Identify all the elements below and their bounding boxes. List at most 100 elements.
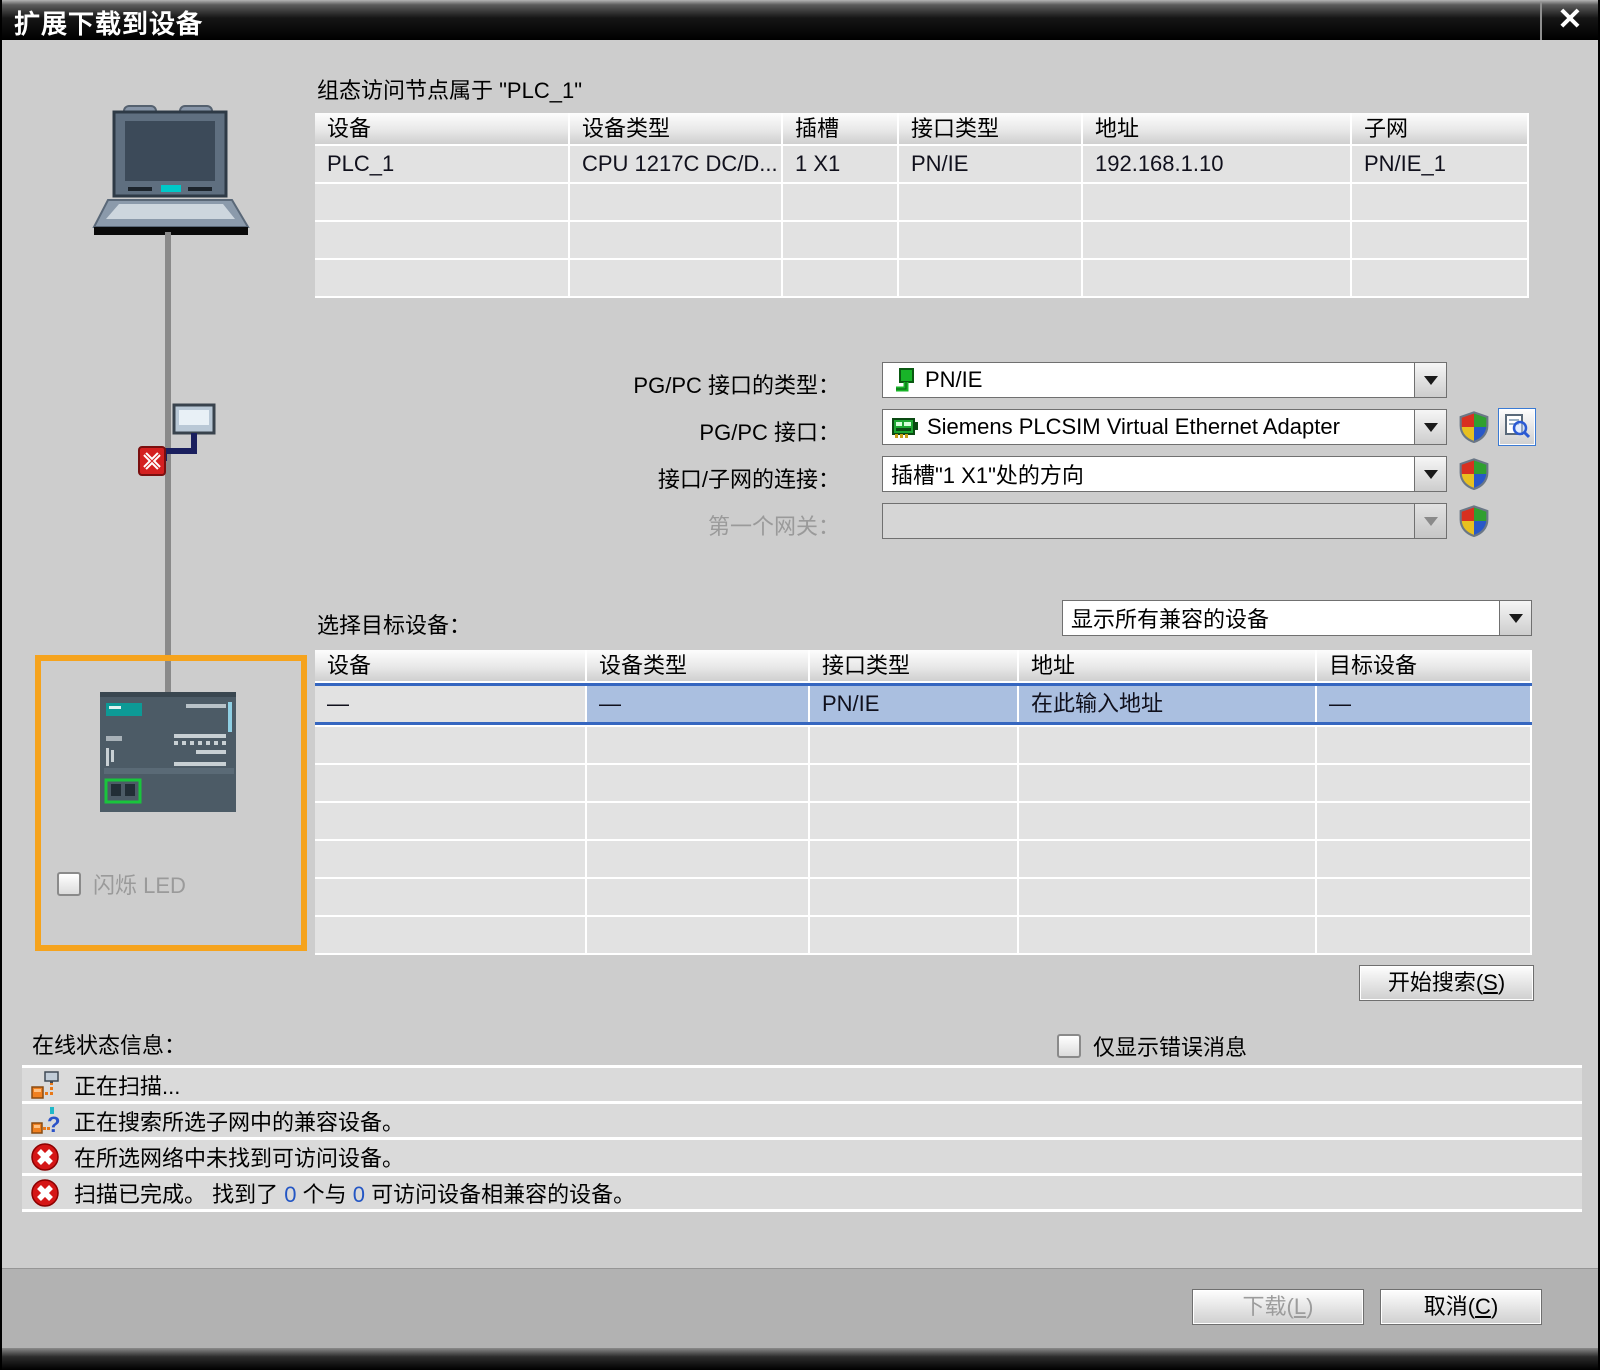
first-gateway-dropdown bbox=[882, 503, 1447, 539]
column-header: 设备类型 bbox=[570, 113, 781, 144]
cell-address-input[interactable]: 在此输入地址 bbox=[1019, 686, 1315, 722]
button-label: 下载( bbox=[1242, 1294, 1294, 1319]
pgpc-type-label: PG/PC 接口的类型： bbox=[633, 373, 840, 398]
first-gateway-label: 第一个网关： bbox=[707, 514, 840, 539]
dialog-content: 闪烁 LED 组态访问节点属于 "PLC_1" 设备 设备类型 插槽 接口类型 … bbox=[2, 40, 1598, 1268]
search-question-icon: ? bbox=[31, 1106, 60, 1136]
online-status-heading: 在线状态信息： bbox=[32, 1033, 187, 1058]
pnie-connector-icon bbox=[896, 368, 914, 392]
status-message: 扫描已完成。 找到了 0 个与 0 可访问设备相兼容的设备。 bbox=[22, 1176, 1582, 1212]
accessible-nodes-heading: 组态访问节点属于 "PLC_1" bbox=[317, 78, 582, 103]
chevron-down-icon bbox=[1414, 363, 1446, 397]
table-header-row: 设备 设备类型 接口类型 地址 目标设备 bbox=[315, 650, 1532, 681]
chevron-down-icon bbox=[1499, 601, 1531, 635]
table-row-empty bbox=[315, 260, 1529, 296]
column-header: 设备类型 bbox=[587, 650, 808, 681]
pgpc-interface-label: PG/PC 接口： bbox=[699, 420, 840, 445]
start-search-button[interactable]: 开始搜索(S) bbox=[1359, 965, 1534, 1001]
cell-address: 192.168.1.10 bbox=[1083, 146, 1350, 182]
column-header: 接口类型 bbox=[899, 113, 1081, 144]
dialog-footer: 下载(L) 取消(C) bbox=[2, 1268, 1598, 1348]
status-message: ? 正在搜索所选子网中的兼容设备。 bbox=[22, 1104, 1582, 1140]
button-label: 开始搜索( bbox=[1387, 970, 1484, 995]
target-devices-table: 设备 设备类型 接口类型 地址 目标设备 — — PN/IE 在此输入地址 — bbox=[315, 650, 1532, 955]
plc-device-icon bbox=[100, 692, 236, 817]
scan-icon bbox=[31, 1070, 59, 1099]
pgpc-interface-dropdown[interactable]: Siemens PLCSIM Virtual Ethernet Adapter bbox=[882, 409, 1447, 445]
pgpc-type-dropdown[interactable]: PN/IE bbox=[882, 362, 1447, 398]
table-header-row: 设备 设备类型 插槽 接口类型 地址 子网 bbox=[315, 113, 1529, 144]
subnet-connection-dropdown[interactable]: 插槽"1 X1"处的方向 bbox=[882, 456, 1447, 492]
table-row[interactable]: PLC_1 CPU 1217C DC/D... 1 X1 PN/IE 192.1… bbox=[315, 146, 1529, 182]
cell-target-device: — bbox=[1317, 686, 1530, 722]
button-label: 取消( bbox=[1423, 1294, 1476, 1319]
button-label: ) bbox=[1306, 1294, 1314, 1319]
status-text: 正在扫描... bbox=[74, 1073, 181, 1099]
button-accesskey: C bbox=[1475, 1294, 1491, 1319]
cancel-button[interactable]: 取消(C) bbox=[1380, 1289, 1542, 1325]
cell-device-type: — bbox=[587, 686, 808, 722]
chevron-down-icon bbox=[1414, 457, 1446, 491]
dialog-titlebar: 扩展下载到设备 ✕ bbox=[2, 0, 1598, 40]
status-message-list: 正在扫描... ? 正在搜索所选子网中的兼容设备。 在所选网络中未找到可访问设备… bbox=[22, 1065, 1582, 1212]
column-header: 目标设备 bbox=[1317, 650, 1530, 681]
pgpc-interface-value: Siemens PLCSIM Virtual Ethernet Adapter bbox=[927, 414, 1340, 439]
status-text: 在所选网络中未找到可访问设备。 bbox=[74, 1145, 405, 1171]
button-label: ) bbox=[1497, 970, 1506, 995]
column-header: 接口类型 bbox=[810, 650, 1017, 681]
security-shield-icon bbox=[1458, 458, 1490, 495]
column-header: 设备 bbox=[315, 650, 585, 681]
cell-interface-type: PN/IE bbox=[899, 146, 1081, 182]
table-row-empty bbox=[315, 765, 1532, 801]
column-header: 子网 bbox=[1352, 113, 1527, 144]
security-shield-icon bbox=[1458, 505, 1490, 542]
cell-subnet: PN/IE_1 bbox=[1352, 146, 1527, 182]
errors-only-label: 仅显示错误消息 bbox=[1093, 1035, 1248, 1060]
pg-adapter-icon bbox=[160, 403, 220, 488]
status-message: 正在扫描... bbox=[22, 1068, 1582, 1104]
table-row-empty bbox=[315, 917, 1532, 953]
chevron-down-icon bbox=[1414, 504, 1446, 538]
status-message: 在所选网络中未找到可访问设备。 bbox=[22, 1140, 1582, 1176]
cell-device-type: CPU 1217C DC/D... bbox=[570, 146, 781, 182]
table-row-empty bbox=[315, 803, 1532, 839]
error-icon bbox=[31, 1142, 59, 1171]
status-text: 扫描已完成。 找到了 0 个与 0 可访问设备相兼容的设备。 bbox=[74, 1181, 636, 1207]
selected-target-row[interactable]: — — PN/IE 在此输入地址 — bbox=[315, 683, 1532, 725]
extended-download-dialog: 扩展下载到设备 ✕ 闪烁 LED 组态访问节点属于 "PLC_1" 设备 设备类… bbox=[0, 0, 1600, 1370]
column-header: 插槽 bbox=[783, 113, 897, 144]
pgpc-type-value: PN/IE bbox=[925, 367, 983, 392]
cell-slot: 1 X1 bbox=[783, 146, 897, 182]
flash-led-label: 闪烁 LED bbox=[93, 873, 186, 898]
pg-laptop-icon bbox=[92, 100, 252, 245]
table-row-empty bbox=[315, 841, 1532, 877]
download-button: 下载(L) bbox=[1192, 1289, 1364, 1325]
connection-error-badge bbox=[138, 446, 166, 481]
subnet-connection-value: 插槽"1 X1"处的方向 bbox=[891, 463, 1084, 488]
security-shield-icon bbox=[1458, 411, 1490, 448]
filter-value: 显示所有兼容的设备 bbox=[1071, 607, 1270, 632]
compatible-devices-filter-dropdown[interactable]: 显示所有兼容的设备 bbox=[1062, 600, 1532, 636]
flash-led-checkbox[interactable] bbox=[57, 872, 81, 896]
table-row-empty bbox=[315, 222, 1529, 258]
button-accesskey: L bbox=[1293, 1294, 1307, 1319]
chevron-down-icon bbox=[1414, 410, 1446, 444]
network-card-icon bbox=[892, 418, 918, 438]
close-button[interactable]: ✕ bbox=[1540, 2, 1598, 40]
table-row-empty bbox=[315, 879, 1532, 915]
svg-text:?: ? bbox=[47, 1112, 60, 1136]
dialog-title: 扩展下载到设备 bbox=[14, 9, 204, 39]
cell-interface-type: PN/IE bbox=[810, 686, 1017, 722]
magnifier-window-icon bbox=[1505, 414, 1531, 439]
browse-interfaces-button[interactable] bbox=[1498, 408, 1536, 446]
errors-only-checkbox[interactable] bbox=[1057, 1034, 1081, 1058]
select-target-label: 选择目标设备： bbox=[317, 613, 472, 638]
close-icon: ✕ bbox=[1557, 3, 1583, 36]
error-icon bbox=[31, 1178, 59, 1207]
subnet-connection-label: 接口/子网的连接： bbox=[657, 467, 840, 492]
status-text: 正在搜索所选子网中的兼容设备。 bbox=[74, 1109, 405, 1135]
button-accesskey: S bbox=[1483, 970, 1498, 995]
accessible-nodes-table: 设备 设备类型 插槽 接口类型 地址 子网 PLC_1 CPU 1217C DC… bbox=[315, 113, 1529, 298]
errors-only-option: 仅显示错误消息 bbox=[1057, 1030, 1247, 1062]
cell-device: PLC_1 bbox=[315, 146, 568, 182]
